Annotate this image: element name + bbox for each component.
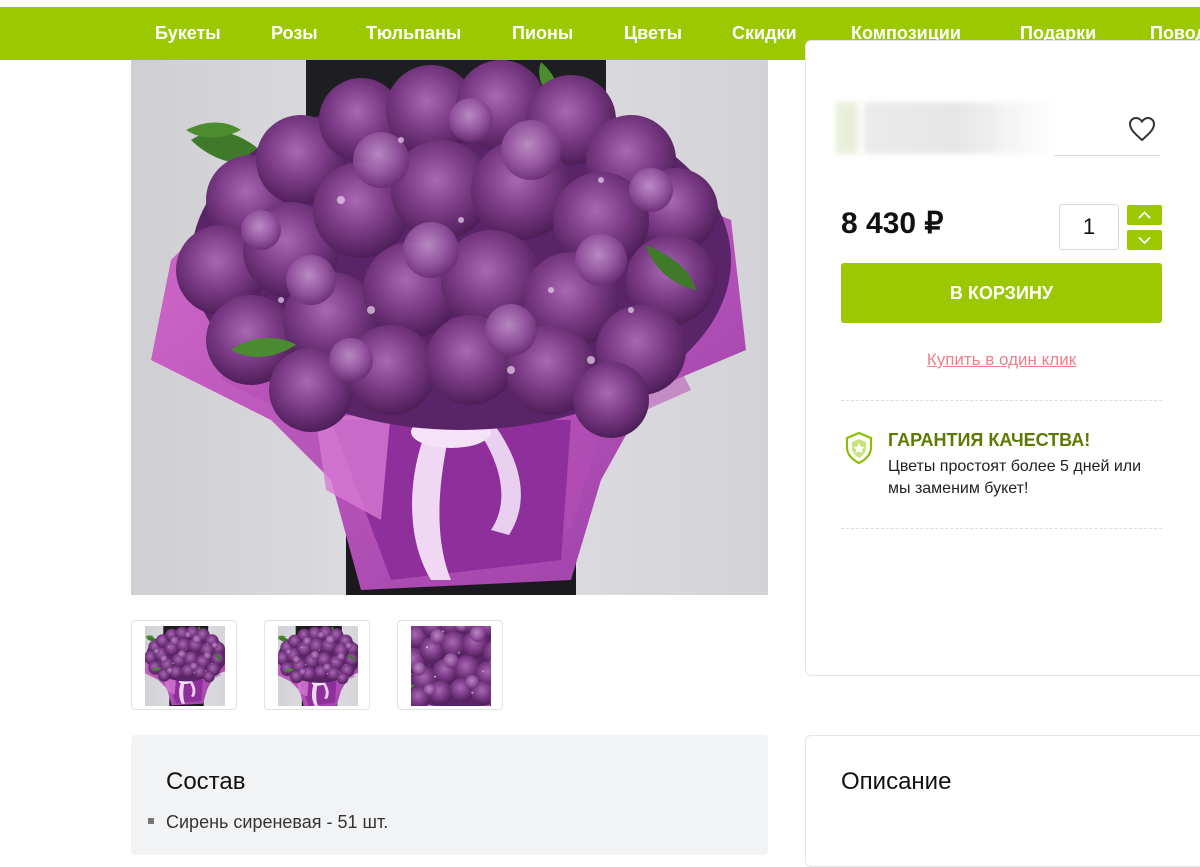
one-click-buy-link[interactable]: Купить в один клик [841, 350, 1162, 370]
divider [841, 400, 1162, 401]
product-main-image[interactable] [131, 60, 768, 595]
nav-item-tulips[interactable]: Тюльпаны [366, 7, 461, 60]
thumbnail-1[interactable] [131, 620, 237, 710]
description-title: Описание [841, 768, 952, 795]
quantity-input[interactable]: 1 [1059, 204, 1119, 250]
guarantee-title: ГАРАНТИЯ КАЧЕСТВА! [888, 430, 1091, 450]
shield-icon [841, 430, 877, 466]
nav-item-discounts[interactable]: Скидки [732, 7, 797, 60]
heart-icon[interactable] [1128, 116, 1156, 142]
chevron-up-icon[interactable] [1127, 205, 1162, 225]
composition-item: Сирень сиреневая - 51 шт. [148, 812, 388, 833]
composition-title: Состав [166, 768, 246, 795]
thumbnail-image [278, 626, 358, 706]
guarantee-text: Цветы простоят более 5 дней или мы замен… [888, 458, 1142, 497]
add-to-cart-button[interactable]: В КОРЗИНУ [841, 263, 1162, 323]
top-strip [0, 0, 1200, 7]
bouquet-image [131, 60, 768, 595]
thumbnail-2[interactable] [264, 620, 370, 710]
nav-item-roses[interactable]: Розы [271, 7, 318, 60]
nav-item-bouquets[interactable]: Букеты [155, 7, 221, 60]
composition-item-text: Сирень сиреневая - 51 шт. [166, 812, 389, 832]
thumbnail-image [145, 626, 225, 706]
chevron-down-icon[interactable] [1127, 230, 1162, 250]
product-title-blurred [836, 102, 1054, 154]
product-price: 8 430 ₽ [841, 207, 944, 240]
title-divider [1054, 155, 1160, 156]
description-panel [805, 735, 1200, 867]
nav-item-flowers[interactable]: Цветы [624, 7, 682, 60]
thumbnail-3[interactable] [397, 620, 503, 710]
thumbnail-image [411, 626, 491, 706]
nav-item-peonies[interactable]: Пионы [512, 7, 573, 60]
divider [841, 528, 1162, 529]
bullet-icon [148, 818, 154, 825]
